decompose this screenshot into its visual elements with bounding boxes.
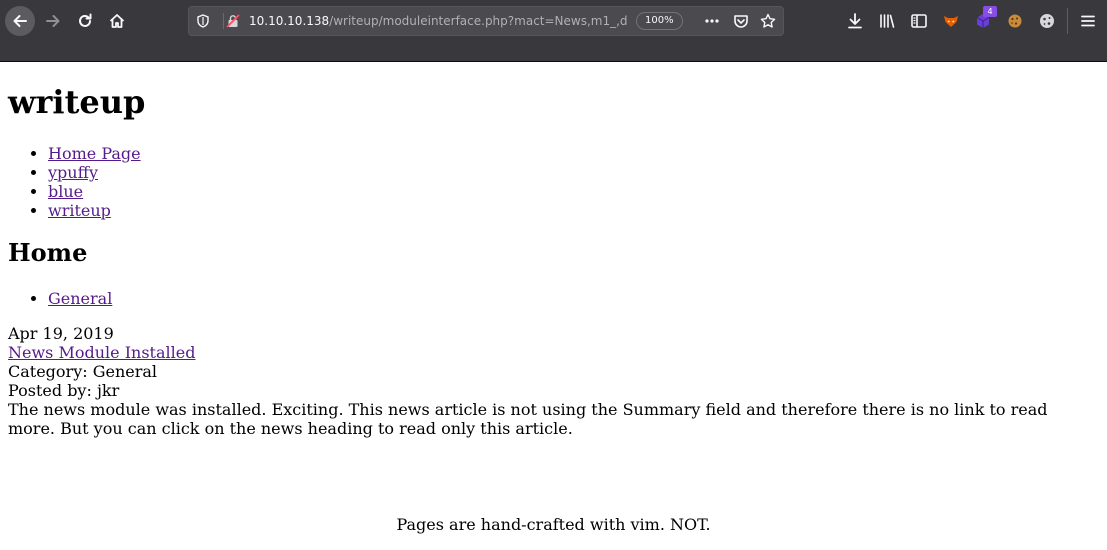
nav-link-writeup[interactable]: writeup bbox=[48, 201, 111, 220]
sidebar-icon bbox=[911, 14, 927, 28]
menu-button[interactable] bbox=[1073, 6, 1103, 36]
cookie-extension-button[interactable] bbox=[1000, 6, 1030, 36]
url-path: /writeup/moduleinterface.php?mact=News,m… bbox=[329, 14, 627, 28]
url-separator bbox=[223, 13, 224, 29]
article-body: The news module was installed. Exciting.… bbox=[8, 400, 1048, 438]
article-author: Posted by: jkr bbox=[8, 381, 120, 400]
insecure-lock-icon[interactable] bbox=[225, 13, 241, 29]
fox-extension-button[interactable] bbox=[936, 6, 966, 36]
toolbar-divider bbox=[1067, 8, 1068, 34]
arrow-left-icon bbox=[13, 15, 27, 27]
nav-item: blue bbox=[48, 182, 141, 201]
hamburger-menu-icon bbox=[1081, 15, 1095, 27]
reload-button[interactable] bbox=[70, 6, 100, 36]
star-icon[interactable] bbox=[760, 13, 776, 29]
url-text[interactable]: 10.10.10.138/writeup/moduleinterface.php… bbox=[249, 7, 627, 35]
category-link-general[interactable]: General bbox=[48, 289, 112, 308]
section-title: Home bbox=[8, 238, 88, 267]
nav-item: ypuffy bbox=[48, 163, 141, 182]
extension-badge: 4 bbox=[983, 6, 997, 17]
site-nav: Home Page ypuffy blue writeup bbox=[8, 144, 141, 220]
pocket-icon[interactable] bbox=[733, 13, 749, 29]
nav-link-blue[interactable]: blue bbox=[48, 182, 83, 201]
page-content: writeup Home Page ypuffy blue writeup Ho… bbox=[0, 62, 1107, 550]
fox-extension-icon bbox=[944, 16, 958, 27]
arrow-right-icon bbox=[46, 15, 60, 27]
home-icon bbox=[109, 14, 125, 28]
home-button[interactable] bbox=[102, 6, 132, 36]
globe-cookie-icon bbox=[1040, 14, 1054, 28]
article-title-link[interactable]: News Module Installed bbox=[8, 343, 195, 362]
cookie-icon bbox=[1008, 14, 1022, 28]
library-button[interactable] bbox=[872, 6, 902, 36]
downloads-button[interactable] bbox=[840, 6, 870, 36]
url-bar[interactable]: 10.10.10.138/writeup/moduleinterface.php… bbox=[188, 6, 784, 36]
download-icon bbox=[848, 13, 862, 29]
category-list: General bbox=[8, 289, 112, 308]
sidebar-button[interactable] bbox=[904, 6, 934, 36]
nav-item: writeup bbox=[48, 201, 141, 220]
browser-toolbar: 10.10.10.138/writeup/moduleinterface.php… bbox=[0, 0, 1107, 62]
forward-button[interactable] bbox=[38, 6, 68, 36]
url-host: 10.10.10.138 bbox=[249, 14, 330, 28]
article-category: Category: General bbox=[8, 362, 158, 381]
reload-icon bbox=[79, 13, 92, 27]
nav-link-ypuffy[interactable]: ypuffy bbox=[48, 163, 98, 182]
article-date: Apr 19, 2019 bbox=[8, 324, 114, 343]
tracking-shield-icon[interactable] bbox=[195, 13, 211, 29]
news-article: Apr 19, 2019 News Module Installed Categ… bbox=[8, 324, 1098, 438]
library-icon bbox=[880, 14, 895, 28]
nav-item: Home Page bbox=[48, 144, 141, 163]
category-item: General bbox=[48, 289, 112, 308]
page-footer: Pages are hand-crafted with vim. NOT. bbox=[396, 515, 711, 534]
back-button[interactable] bbox=[5, 6, 35, 36]
globe-extension-button[interactable] bbox=[1032, 6, 1062, 36]
site-title: writeup bbox=[8, 83, 146, 121]
zoom-indicator[interactable]: 100% bbox=[636, 12, 683, 30]
more-dots-icon[interactable] bbox=[704, 13, 720, 29]
nav-link-home-page[interactable]: Home Page bbox=[48, 144, 141, 163]
